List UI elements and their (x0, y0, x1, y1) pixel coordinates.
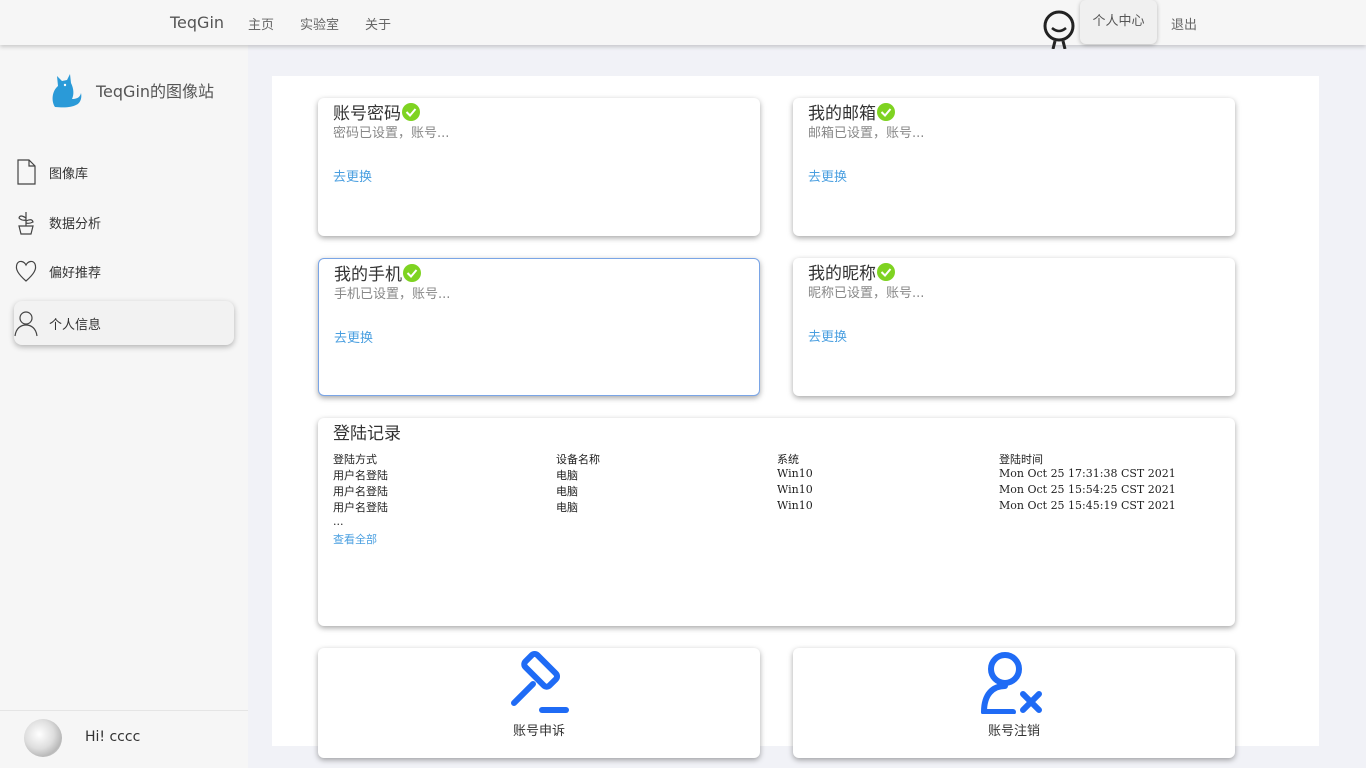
change-email-link[interactable]: 去更换 (808, 166, 847, 185)
phone-card: 我的手机 手机已设置，账号... 去更换 (318, 258, 760, 396)
sidebar-item-profile[interactable]: 个人信息 (14, 301, 234, 345)
table-header: 登陆方式 设备名称 系统 登陆时间 (333, 451, 1213, 467)
table-cell: Mon Oct 25 15:45:19 CST 2021 (999, 499, 1176, 512)
account-appeal-card[interactable]: 账号申诉 (318, 648, 760, 758)
nav-home[interactable]: 主页 (248, 14, 274, 33)
heart-icon (15, 260, 37, 282)
table-cell: Win10 (777, 483, 813, 496)
account-cancel-card[interactable]: 账号注销 (793, 648, 1235, 758)
change-nickname-link[interactable]: 去更换 (808, 326, 847, 345)
user-center-button[interactable]: 个人中心 (1080, 0, 1157, 44)
user-avatar-icon[interactable] (1042, 9, 1076, 49)
view-all-link[interactable]: 查看全部 (333, 531, 1213, 547)
logout-link[interactable]: 退出 (1171, 14, 1197, 33)
nav-lab[interactable]: 实验室 (300, 14, 339, 33)
avatar[interactable] (24, 719, 62, 757)
card-subtitle: 邮箱已设置，账号... (808, 126, 925, 141)
sidebar-item-recommend[interactable]: 偏好推荐 (14, 249, 234, 293)
file-icon (17, 159, 36, 185)
column-header: 登陆方式 (333, 453, 377, 466)
table-row: 用户名登陆 电脑 Win10 Mon Oct 25 15:45:19 CST 2… (333, 499, 1213, 515)
column-header: 设备名称 (556, 453, 600, 466)
table-row: 用户名登陆 电脑 Win10 Mon Oct 25 17:31:38 CST 2… (333, 467, 1213, 483)
sidebar: TeqGin的图像站 图像库 数据分析 偏好推荐 个人信息 Hi! cccc (0, 45, 248, 768)
card-title: 我的邮箱 (808, 99, 895, 124)
check-icon (877, 103, 895, 121)
sidebar-footer: Hi! cccc (0, 710, 248, 768)
column-header: 登陆时间 (999, 453, 1043, 466)
person-icon (14, 311, 38, 337)
check-icon (877, 263, 895, 281)
card-title: 账号密码 (333, 99, 420, 124)
sidebar-item-label: 偏好推荐 (49, 266, 102, 281)
column-header: 系统 (777, 453, 799, 466)
sidebar-item-label: 数据分析 (49, 217, 102, 232)
table-cell: 用户名登陆 (333, 469, 388, 482)
table-cell: 电脑 (556, 485, 578, 498)
table-cell: 电脑 (556, 469, 578, 482)
sidebar-item-analysis[interactable]: 数据分析 (14, 200, 234, 244)
table-cell: 电脑 (556, 501, 578, 514)
sidebar-item-label: 个人信息 (49, 318, 102, 333)
card-title: 我的昵称 (808, 259, 895, 284)
check-icon (403, 264, 421, 282)
nav-about[interactable]: 关于 (365, 14, 391, 33)
login-log-table: 登陆方式 设备名称 系统 登陆时间 用户名登陆 电脑 Win10 Mon Oct… (333, 451, 1213, 547)
table-cell: Mon Oct 25 15:54:25 CST 2021 (999, 483, 1176, 496)
card-title: 我的手机 (334, 260, 421, 285)
card-subtitle: 手机已设置，账号... (334, 287, 451, 302)
card-subtitle: 密码已设置，账号... (333, 126, 450, 141)
action-label: 账号注销 (987, 724, 1040, 739)
card-subtitle: 昵称已设置，账号... (808, 286, 925, 301)
email-card: 我的邮箱 邮箱已设置，账号... 去更换 (793, 98, 1235, 236)
change-password-link[interactable]: 去更换 (333, 166, 372, 185)
action-label: 账号申诉 (512, 724, 565, 739)
brand-link[interactable]: TeqGin (170, 13, 224, 32)
login-log-title: 登陆记录 (333, 424, 401, 444)
plant-icon (18, 212, 34, 235)
more-ellipsis: ... (333, 515, 344, 528)
main-panel: 账号密码 密码已设置，账号... 去更换 我的邮箱 邮箱已设置，账号... 去更… (272, 76, 1319, 758)
check-icon (402, 103, 420, 121)
table-cell: Win10 (777, 499, 813, 512)
site-title: TeqGin的图像站 (96, 82, 215, 101)
user-greeting: Hi! cccc (85, 729, 141, 745)
gavel-icon (511, 650, 569, 713)
table-cell: Win10 (777, 467, 813, 480)
password-card: 账号密码 密码已设置，账号... 去更换 (318, 98, 760, 236)
top-bar: TeqGin 主页 实验室 关于 个人中心 退出 (0, 0, 1366, 49)
sidebar-item-gallery[interactable]: 图像库 (14, 150, 234, 194)
table-cell: 用户名登陆 (333, 501, 388, 514)
change-phone-link[interactable]: 去更换 (334, 327, 373, 346)
login-log-card: 登陆记录 登陆方式 设备名称 系统 登陆时间 用户名登陆 电脑 Win10 Mo… (318, 418, 1235, 626)
nickname-card: 我的昵称 昵称已设置，账号... 去更换 (793, 258, 1235, 396)
user-remove-icon (981, 652, 1042, 714)
table-cell: 用户名登陆 (333, 485, 388, 498)
sidebar-item-label: 图像库 (49, 167, 89, 182)
cat-logo-icon (52, 74, 82, 108)
table-cell: Mon Oct 25 17:31:38 CST 2021 (999, 467, 1176, 480)
table-row: 用户名登陆 电脑 Win10 Mon Oct 25 15:54:25 CST 2… (333, 483, 1213, 499)
